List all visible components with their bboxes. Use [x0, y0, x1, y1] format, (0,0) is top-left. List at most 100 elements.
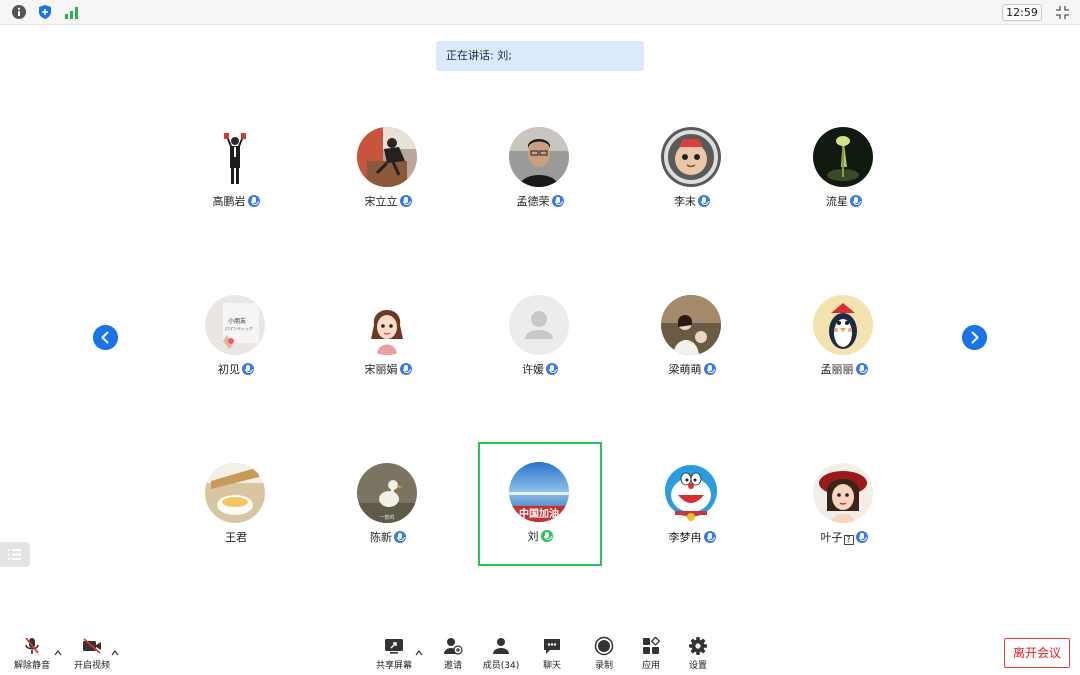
mic-icon [242, 363, 254, 375]
avatar [205, 463, 265, 523]
list-view-toggle-icon[interactable] [0, 542, 30, 567]
unknown-glyph-badge: ? [843, 535, 854, 545]
start-video-button[interactable]: 开启视频 [70, 636, 114, 671]
members-label: 成员(34) [482, 661, 520, 671]
speaking-banner: 正在讲话: 刘; [436, 41, 644, 71]
participant-tile[interactable]: 宋丽娟 [326, 275, 450, 399]
participant-name: 李末 [674, 195, 696, 208]
participant-name: 王君 [225, 531, 247, 544]
participant-name: 宋丽娟 [364, 363, 398, 376]
participant-name: 孟德荣 [516, 195, 550, 208]
avatar: 中国加油 [509, 462, 569, 522]
avatar [661, 295, 721, 355]
share-screen-label: 共享屏幕 [375, 661, 412, 671]
chat-button[interactable]: 聊天 [530, 636, 574, 671]
mic-icon [703, 531, 716, 543]
participant-tile[interactable]: 高鹏岩 [174, 107, 298, 231]
record-label: 录制 [594, 661, 613, 671]
mic-icon [399, 363, 412, 375]
add-user-icon [444, 638, 463, 655]
participant-tile[interactable]: 孟德荣 [478, 107, 602, 231]
exit-fullscreen-icon[interactable] [1055, 5, 1070, 20]
participant-name: 流星 [826, 195, 848, 208]
mic-icon [855, 531, 868, 543]
share-screen-button[interactable]: 共享屏幕 [372, 636, 416, 671]
mic-icon [698, 195, 710, 207]
participant-tile[interactable]: 孟丽丽 [782, 275, 906, 399]
participant-tile[interactable]: 一鹤鸣 陈新 [326, 443, 450, 567]
video-options-chevron-icon[interactable] [110, 648, 120, 658]
share-options-chevron-icon[interactable] [414, 648, 424, 658]
members-icon [493, 638, 509, 654]
gear-icon [689, 637, 707, 655]
shield-icon[interactable] [37, 4, 53, 20]
participant-name: 宋立立 [364, 195, 398, 208]
participant-name: 孟丽丽 [820, 363, 854, 376]
participant-tile[interactable]: 梁萌萌 [630, 275, 754, 399]
apps-label: 应用 [641, 661, 660, 671]
participant-tile[interactable]: 小朋友 ロマンティック 初见 [174, 275, 298, 399]
participant-tile[interactable]: 许媛 [478, 275, 602, 399]
avatar [813, 463, 873, 523]
mic-icon [551, 195, 564, 207]
participant-tile[interactable]: 李末 [630, 107, 754, 231]
avatar [813, 295, 873, 355]
mic-muted-icon [25, 637, 39, 654]
mic-icon [399, 195, 412, 207]
participant-tile[interactable]: 李梦冉 [630, 443, 754, 567]
leave-meeting-button[interactable]: 离开会议 [1004, 638, 1070, 668]
avatar [661, 463, 721, 523]
avatar: 一鹤鸣 [357, 463, 417, 523]
participant-name: 高鹏岩 [212, 195, 246, 208]
avatar [357, 127, 417, 187]
participant-tile-speaking[interactable]: 中国加油 刘 [478, 442, 602, 566]
avatar [661, 127, 721, 187]
mic-active-icon [540, 530, 553, 542]
previous-page-button[interactable] [93, 325, 118, 350]
settings-button[interactable]: 设置 [676, 636, 720, 671]
participant-tile[interactable]: 宋立立 [326, 107, 450, 231]
default-avatar [509, 295, 569, 355]
mic-icon [394, 531, 406, 543]
participant-name: 初见 [218, 363, 240, 376]
start-video-label: 开启视频 [73, 661, 110, 671]
participant-tile[interactable]: 王君 [174, 443, 298, 567]
mic-icon [703, 363, 716, 375]
chat-icon [544, 639, 560, 654]
top-bar: 12:59 [0, 0, 1080, 25]
participant-name: 刘 [527, 530, 539, 543]
participant-name: 梁萌萌 [668, 363, 702, 376]
unmute-label: 解除静音 [13, 661, 50, 671]
participant-name: 陈新 [370, 531, 392, 544]
audio-options-chevron-icon[interactable] [53, 648, 63, 658]
record-button[interactable]: 录制 [582, 636, 626, 671]
next-page-button[interactable] [962, 325, 987, 350]
mic-icon [546, 363, 558, 375]
invite-button[interactable]: 邀请 [431, 636, 475, 671]
signal-icon[interactable] [64, 4, 80, 20]
invite-label: 邀请 [443, 661, 462, 671]
avatar-caption: 一鹤鸣 [379, 514, 394, 521]
avatar [813, 127, 873, 187]
participant-name: 叶子 [820, 531, 843, 544]
settings-label: 设置 [688, 661, 707, 671]
avatar [205, 127, 265, 187]
apps-button[interactable]: 应用 [629, 636, 673, 671]
chat-label: 聊天 [542, 661, 561, 671]
avatar [357, 295, 417, 355]
avatar [509, 127, 569, 187]
participant-name: 许媛 [522, 363, 544, 376]
members-button[interactable]: 成员(34) [478, 636, 524, 671]
participant-tile[interactable]: 流星 [782, 107, 906, 231]
apps-icon [643, 636, 660, 654]
avatar-shirt-text: 小朋友 [228, 317, 246, 325]
participant-tile[interactable]: 叶子? [782, 443, 906, 567]
avatar: 小朋友 ロマンティック [205, 295, 265, 355]
participant-name: 李梦冉 [668, 531, 702, 544]
meeting-clock: 12:59 [1002, 4, 1042, 21]
mic-icon [850, 195, 862, 207]
info-icon[interactable] [11, 4, 27, 20]
unmute-button[interactable]: 解除静音 [10, 636, 54, 671]
camera-off-icon [83, 638, 101, 654]
avatar-caption: 中国加油 [519, 507, 559, 520]
